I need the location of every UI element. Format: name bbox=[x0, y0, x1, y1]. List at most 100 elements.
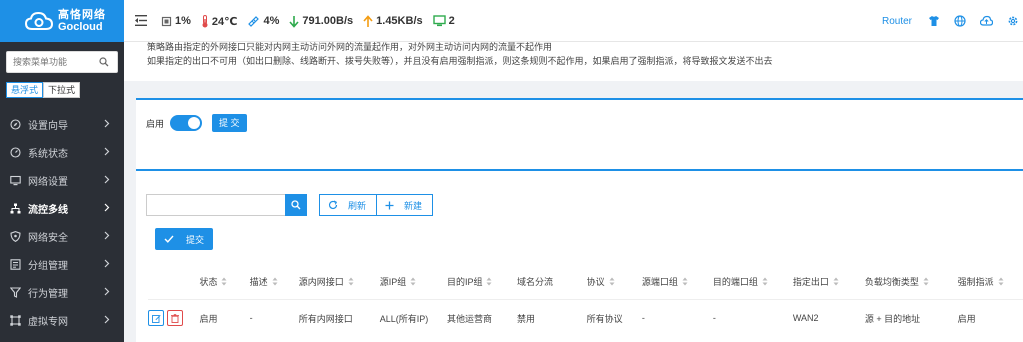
brand-name-en: Gocloud bbox=[58, 21, 103, 33]
sidebar-item-system-status[interactable]: 系统状态 bbox=[0, 138, 124, 166]
globe-icon[interactable] bbox=[954, 15, 966, 27]
column-header[interactable]: 协议 bbox=[586, 264, 642, 300]
sitemap-icon bbox=[9, 202, 21, 214]
mode-dropdown-button[interactable]: 下拉式 bbox=[43, 82, 81, 98]
policy-notice: 策略路由指定的外网接口只能对内网主动访问外网的流量起作用，对外网主动访问内网的流… bbox=[124, 42, 1023, 81]
edit-icon[interactable] bbox=[148, 310, 164, 327]
column-header-label: 域名分流 bbox=[516, 276, 553, 287]
new-label: 新建 bbox=[404, 200, 423, 211]
column-header[interactable]: 描述 bbox=[249, 264, 299, 300]
column-header[interactable]: 目的IP组 bbox=[446, 264, 517, 300]
submit-label: 提交 bbox=[185, 234, 204, 245]
column-header[interactable]: 负载均衡类型 bbox=[864, 264, 958, 300]
chevron-right-icon bbox=[104, 287, 110, 299]
enable-toggle[interactable] bbox=[170, 115, 203, 131]
delete-icon[interactable] bbox=[167, 310, 183, 327]
sort-icon[interactable] bbox=[998, 277, 1004, 288]
column-header[interactable]: 指定出口 bbox=[792, 264, 865, 300]
chevron-right-icon bbox=[104, 231, 110, 243]
sidebar-item-label: 网络设置 bbox=[28, 176, 68, 188]
cpu-usage: 1% bbox=[175, 15, 191, 27]
shield-icon bbox=[9, 230, 21, 242]
table-cell: ALL(所有IP) bbox=[379, 313, 429, 324]
table-cell: 源 + 目的地址 bbox=[864, 313, 921, 324]
column-header[interactable]: 源端口组 bbox=[641, 264, 713, 300]
router-link[interactable]: Router bbox=[882, 16, 912, 27]
sort-icon[interactable] bbox=[486, 277, 492, 288]
memory-usage: 4% bbox=[263, 15, 280, 27]
column-header[interactable]: 源内网接口 bbox=[298, 264, 380, 300]
row-actions bbox=[148, 299, 199, 337]
list-icon bbox=[9, 258, 21, 270]
sidebar-item-traffic-multiline[interactable]: 流控多线 bbox=[0, 194, 124, 222]
sort-icon[interactable] bbox=[923, 277, 929, 288]
table-cell: 禁用 bbox=[516, 313, 535, 324]
sidebar-item-label: 虚拟专网 bbox=[28, 316, 68, 328]
enable-label: 启用 bbox=[146, 118, 165, 129]
column-header[interactable]: 状态 bbox=[199, 264, 250, 300]
chevron-right-icon bbox=[104, 147, 110, 159]
table-cell: 启用 bbox=[957, 313, 976, 324]
upload-speed: 1.45KB/s bbox=[376, 15, 423, 27]
column-header[interactable]: 强制指派 bbox=[957, 264, 1023, 300]
table-cell: 启用 bbox=[199, 313, 218, 324]
sidebar-item-setup-wizard[interactable]: 设置向导 bbox=[0, 110, 124, 138]
search-icon[interactable] bbox=[99, 57, 109, 70]
column-header[interactable]: 目的端口组 bbox=[712, 264, 793, 300]
notice-line-1: 策略路由指定的外网接口只能对内网主动访问外网的流量起作用，对外网主动访问内网的流… bbox=[147, 42, 553, 52]
sidebar: 悬浮式 下拉式 设置向导 系统状态 网络设置 流控多线 网络安全 bbox=[0, 42, 124, 342]
filter-icon bbox=[9, 286, 21, 298]
column-header-label: 源内网接口 bbox=[298, 276, 344, 287]
sort-icon[interactable] bbox=[410, 277, 416, 288]
sort-icon[interactable] bbox=[221, 277, 227, 288]
refresh-button[interactable]: 刷新 bbox=[319, 194, 377, 216]
rules-table: 状态 描述 源内网接口 源IP组 目的IP组 域名分流 协议 源端口组 目的端口组 指定出口 负载均… bbox=[148, 264, 1023, 337]
settings-icon[interactable] bbox=[1007, 15, 1019, 27]
notice-line-2: 如果指定的出口不可用（如出口删除、线路断开、拨号失败等），并且没有启用强制指派，… bbox=[147, 56, 773, 66]
sort-icon[interactable] bbox=[682, 277, 688, 288]
rule-search-button[interactable] bbox=[285, 194, 307, 216]
new-rule-button[interactable]: 新建 bbox=[376, 194, 433, 216]
sidebar-item-label: 设置向导 bbox=[28, 120, 68, 132]
cloud-upload-icon[interactable] bbox=[980, 15, 993, 27]
menu-collapse-icon[interactable] bbox=[135, 15, 147, 29]
menu-search-box bbox=[6, 51, 118, 73]
sidebar-item-label: 流控多线 bbox=[28, 204, 68, 216]
download-arrow-icon bbox=[289, 15, 299, 28]
enable-submit-button[interactable]: 提 交 bbox=[212, 114, 247, 132]
actions-column-header bbox=[148, 264, 200, 300]
column-header-label: 描述 bbox=[249, 276, 268, 287]
sidebar-item-vpn[interactable]: 虚拟专网 bbox=[0, 306, 124, 334]
sidebar-item-network-security[interactable]: 网络安全 bbox=[0, 222, 124, 250]
sidebar-item-group-management[interactable]: 分组管理 bbox=[0, 250, 124, 278]
sidebar-item-network-settings[interactable]: 网络设置 bbox=[0, 166, 124, 194]
table-cell: WAN2 bbox=[792, 313, 819, 324]
sidebar-item-label: 分组管理 bbox=[28, 260, 68, 272]
check-icon bbox=[164, 235, 180, 243]
column-header-label: 源IP组 bbox=[379, 276, 407, 287]
sort-icon[interactable] bbox=[762, 277, 768, 288]
monitor-icon bbox=[9, 174, 21, 186]
sort-icon[interactable] bbox=[833, 277, 839, 288]
sidebar-item-behavior-management[interactable]: 行为管理 bbox=[0, 278, 124, 306]
table-cell: 所有协议 bbox=[586, 313, 623, 324]
rules-submit-button[interactable]: 提交 bbox=[155, 228, 213, 250]
rule-search-input[interactable] bbox=[146, 194, 285, 216]
refresh-icon bbox=[328, 200, 343, 210]
menu-mode-switch: 悬浮式 下拉式 bbox=[6, 82, 81, 98]
mode-floating-button[interactable]: 悬浮式 bbox=[6, 82, 44, 98]
sort-icon[interactable] bbox=[272, 277, 278, 288]
menu-search-input[interactable] bbox=[7, 52, 97, 72]
thermometer-icon bbox=[201, 14, 209, 28]
chevron-right-icon bbox=[104, 119, 110, 131]
table-row: 启用 - 所有内网接口 ALL(所有IP) 其他运营商 禁用 所有协议 - - WAN2 源 + 目… bbox=[148, 299, 1023, 337]
devices-icon bbox=[432, 15, 446, 27]
sort-icon[interactable] bbox=[348, 277, 354, 288]
sort-icon[interactable] bbox=[609, 277, 615, 288]
column-header-label: 强制指派 bbox=[957, 276, 994, 287]
shirt-icon[interactable] bbox=[928, 15, 940, 27]
table-header-row: 状态 描述 源内网接口 源IP组 目的IP组 域名分流 协议 源端口组 目的端口组 指定出口 负载均… bbox=[148, 264, 1023, 300]
table-cell: - bbox=[641, 313, 645, 324]
column-header[interactable]: 源IP组 bbox=[379, 264, 447, 300]
brand-logo[interactable]: 高恪网络 Gocloud bbox=[0, 0, 124, 42]
